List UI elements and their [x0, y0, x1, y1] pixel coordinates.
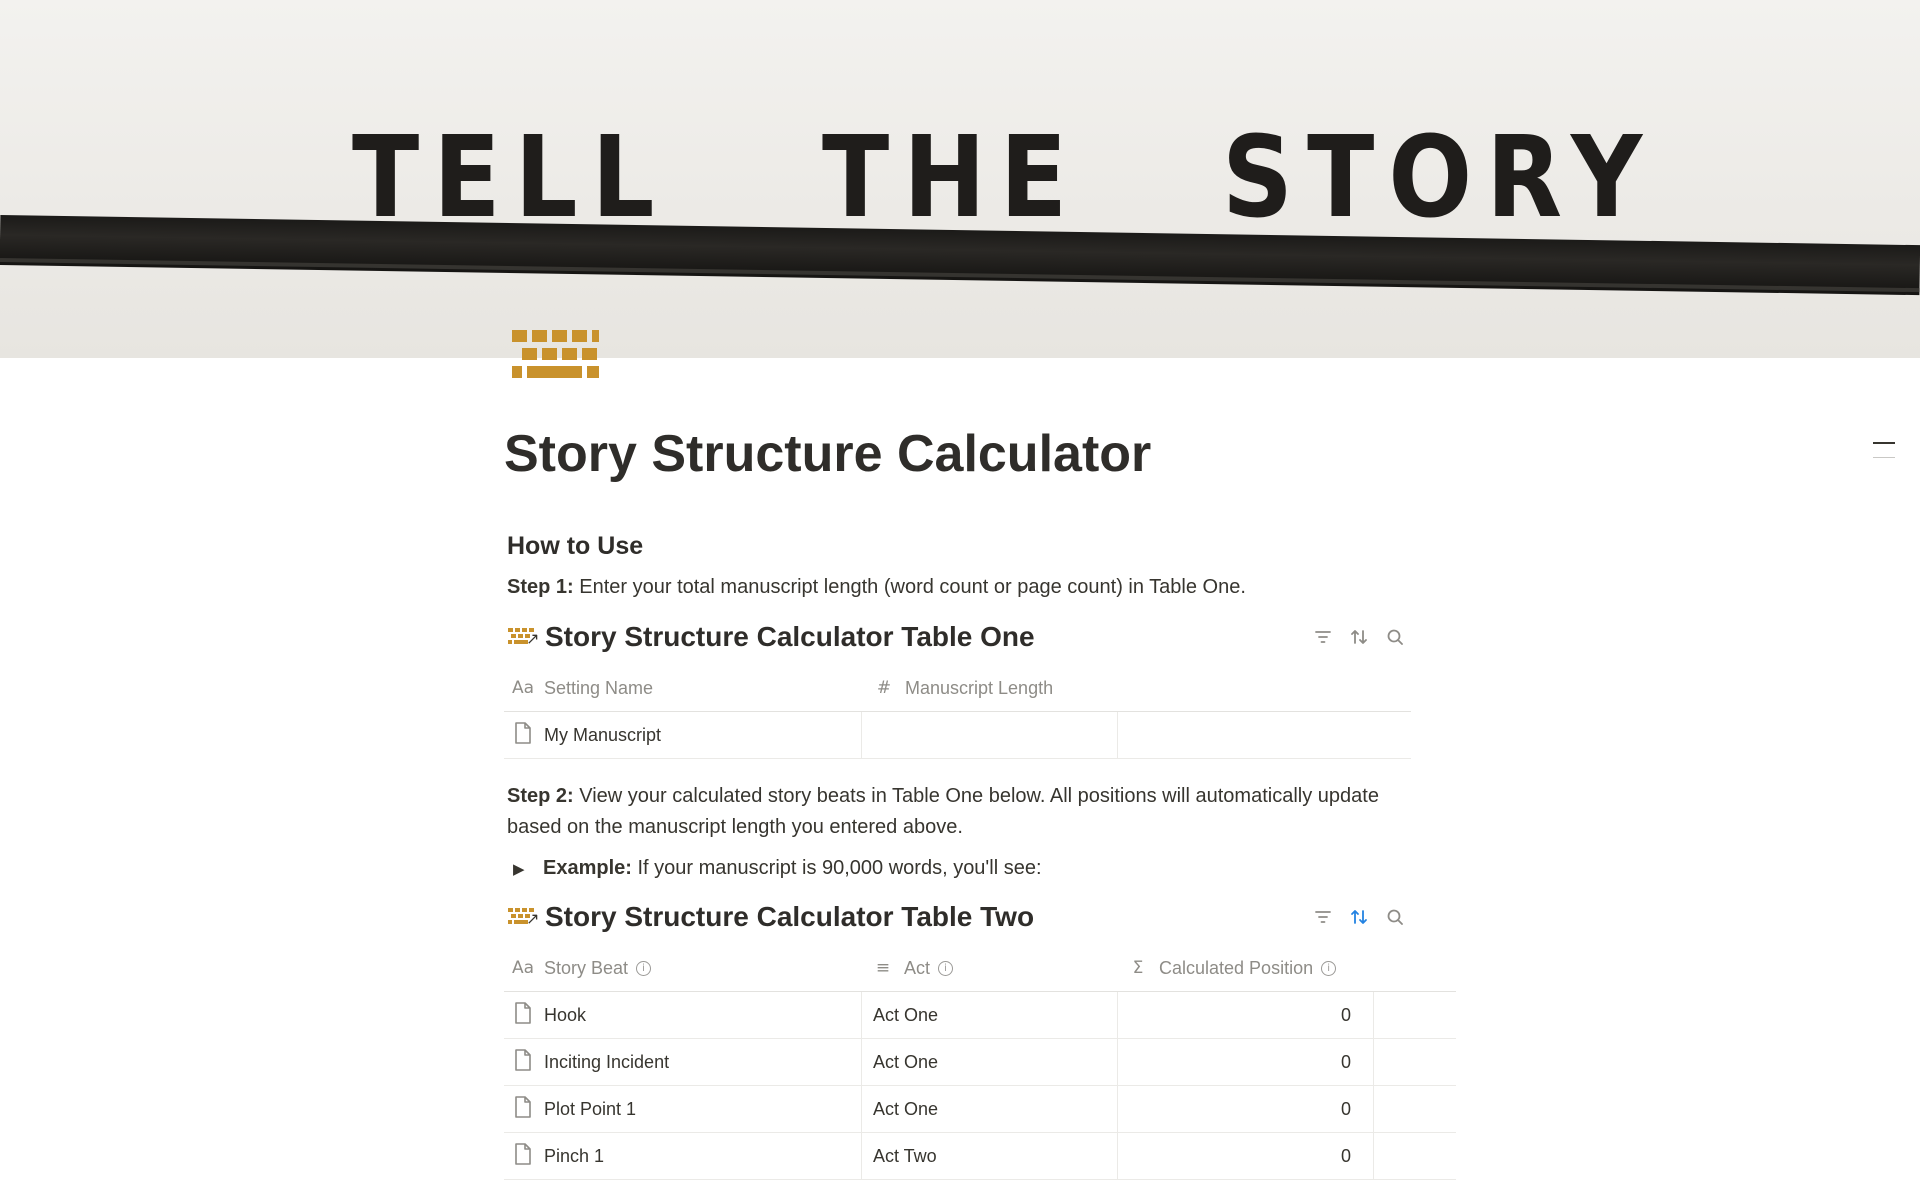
- column-header-manuscript-length[interactable]: # Manuscript Length: [861, 665, 1413, 711]
- column-header-story-beat[interactable]: Aa Story Beat i: [512, 945, 857, 991]
- table-header-row: Aa Setting Name # Manuscript Length: [504, 665, 1411, 712]
- table-row[interactable]: Pinch 1 Act Two 0: [504, 1133, 1456, 1180]
- page-icon: [512, 1095, 534, 1124]
- page-icon: [512, 1048, 534, 1077]
- cover-word-the: THE: [822, 113, 1082, 243]
- page-icon: [512, 721, 534, 750]
- cover-image: TELL THE STORY: [0, 0, 1920, 358]
- cell-calculated-position[interactable]: 0: [1117, 992, 1362, 1038]
- cell-empty[interactable]: [1373, 1039, 1457, 1085]
- cell-empty[interactable]: [1373, 1133, 1457, 1179]
- link-arrow-icon: ↗: [526, 629, 540, 648]
- cell-empty[interactable]: [1373, 992, 1457, 1038]
- filter-icon[interactable]: [1311, 625, 1335, 649]
- search-icon[interactable]: [1383, 905, 1407, 929]
- page-title: Story Structure Calculator: [504, 425, 1152, 483]
- cell-calculated-position[interactable]: 0: [1117, 1133, 1362, 1179]
- info-icon[interactable]: i: [636, 960, 652, 976]
- step1-paragraph: Step 1: Enter your total manuscript leng…: [507, 572, 1407, 603]
- step1-text: Enter your total manuscript length (word…: [573, 576, 1246, 598]
- table-of-contents-icon[interactable]: [1873, 442, 1895, 471]
- link-arrow-icon: ↗: [526, 909, 540, 928]
- info-icon[interactable]: i: [1321, 960, 1337, 976]
- sort-icon-active[interactable]: [1347, 905, 1371, 929]
- table-one-header: ↗ Story Structure Calculator Table One: [507, 617, 1407, 657]
- table-row[interactable]: My Manuscript: [504, 712, 1411, 759]
- column-header-setting-name[interactable]: Aa Setting Name: [512, 665, 857, 711]
- cell-empty[interactable]: [1117, 712, 1412, 758]
- cell-act[interactable]: Act One: [861, 1086, 1116, 1132]
- table-two-title[interactable]: Story Structure Calculator Table Two: [545, 897, 1034, 937]
- number-icon: #: [876, 678, 892, 698]
- step2-text: View your calculated story beats in Tabl…: [573, 785, 1379, 807]
- text-icon: ≡: [875, 958, 891, 978]
- column-header-act[interactable]: ≡ Act i: [872, 945, 1112, 991]
- cell-setting-name[interactable]: My Manuscript: [512, 712, 857, 758]
- sigma-icon: Σ: [1132, 958, 1144, 978]
- filter-icon[interactable]: [1311, 905, 1335, 929]
- cell-story-beat[interactable]: Plot Point 1: [512, 1086, 857, 1132]
- cell-story-beat[interactable]: Inciting Incident: [512, 1039, 857, 1085]
- table-header-row: Aa Story Beat i ≡ Act i Σ Calculated Position…: [504, 945, 1456, 992]
- search-icon[interactable]: [1383, 625, 1407, 649]
- example-toggle[interactable]: ▶ Example: If your manuscript is 90,000 w…: [513, 853, 1413, 885]
- toggle-text: If your manuscript is 90,000 words, you'…: [631, 857, 1042, 879]
- step1-label: Step 1:: [507, 576, 574, 598]
- title-icon: Aa: [512, 958, 535, 978]
- toggle-triangle-icon[interactable]: ▶: [513, 854, 543, 885]
- page-icon: [512, 1142, 534, 1171]
- toggle-label: Example:: [543, 857, 632, 879]
- cell-story-beat[interactable]: Hook: [512, 992, 857, 1038]
- cell-calculated-position[interactable]: 0: [1117, 1039, 1362, 1085]
- step2-paragraph: Step 2: View your calculated story beats…: [507, 781, 1407, 843]
- info-icon[interactable]: i: [938, 960, 954, 976]
- cover-word-story: STORY: [1222, 113, 1657, 243]
- title-icon: Aa: [512, 678, 535, 698]
- table-row[interactable]: Inciting Incident Act One 0: [504, 1039, 1456, 1086]
- step2-text-line2: based on the manuscript length you enter…: [507, 816, 963, 838]
- cell-act[interactable]: Act One: [861, 992, 1116, 1038]
- table-one-title[interactable]: Story Structure Calculator Table One: [545, 617, 1035, 657]
- cell-act[interactable]: Act Two: [861, 1133, 1116, 1179]
- sort-icon[interactable]: [1347, 625, 1371, 649]
- table-row[interactable]: Plot Point 1 Act One 0: [504, 1086, 1456, 1133]
- step2-label: Step 2:: [507, 785, 574, 807]
- cell-empty[interactable]: [1373, 1086, 1457, 1132]
- cell-manuscript-length[interactable]: [861, 712, 1117, 758]
- table-two-header: ↗ Story Structure Calculator Table Two: [507, 897, 1407, 937]
- table-row[interactable]: Hook Act One 0: [504, 992, 1456, 1039]
- keyboard-icon[interactable]: [510, 326, 600, 382]
- how-to-use-heading: How to Use: [507, 532, 644, 560]
- column-header-calculated-position[interactable]: Σ Calculated Position i: [1127, 945, 1417, 991]
- cell-calculated-position[interactable]: 0: [1117, 1086, 1362, 1132]
- cell-act[interactable]: Act One: [861, 1039, 1116, 1085]
- cover-word-tell: TELL: [352, 113, 669, 243]
- cell-story-beat[interactable]: Pinch 1: [512, 1133, 857, 1179]
- page-icon: [512, 1001, 534, 1030]
